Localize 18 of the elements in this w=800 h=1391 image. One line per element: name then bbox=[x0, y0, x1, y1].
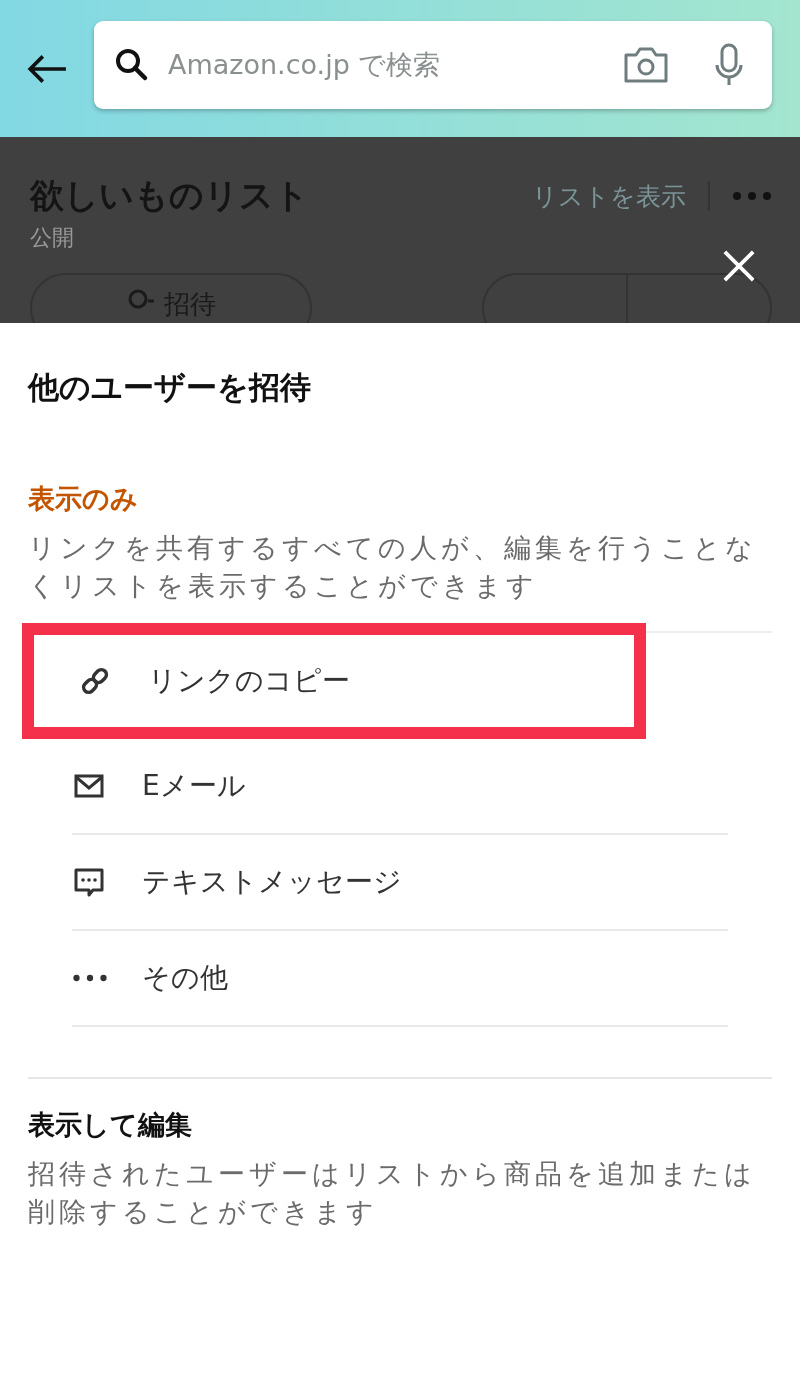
section-description: リンクを共有するすべての人が、編集を行うことなくリストを表示することができます bbox=[28, 531, 758, 603]
back-arrow-icon[interactable] bbox=[26, 52, 68, 85]
section-description: 招待されたユーザーはリストから商品を追加または削除することができます bbox=[28, 1157, 757, 1229]
view-toggle[interactable] bbox=[482, 273, 772, 323]
section-heading: 表示のみ bbox=[28, 482, 139, 516]
search-field[interactable]: Amazon.co.jp で検索 bbox=[166, 48, 606, 81]
sheet-title: 他のユーザーを招待 bbox=[28, 368, 312, 407]
more-icon bbox=[72, 974, 108, 982]
share-option[interactable]: Eメール bbox=[72, 739, 728, 835]
share-option[interactable]: リンクのコピー bbox=[22, 623, 646, 739]
search-icon bbox=[114, 46, 150, 83]
share-option[interactable]: テキストメッセージ bbox=[72, 835, 728, 931]
share-option[interactable]: その他 bbox=[72, 931, 728, 1027]
close-icon[interactable] bbox=[722, 249, 756, 283]
microphone-icon[interactable] bbox=[714, 42, 744, 87]
message-icon bbox=[72, 866, 106, 898]
visibility-label: 公開 bbox=[30, 224, 74, 252]
section-heading: 表示して編集 bbox=[28, 1108, 193, 1142]
